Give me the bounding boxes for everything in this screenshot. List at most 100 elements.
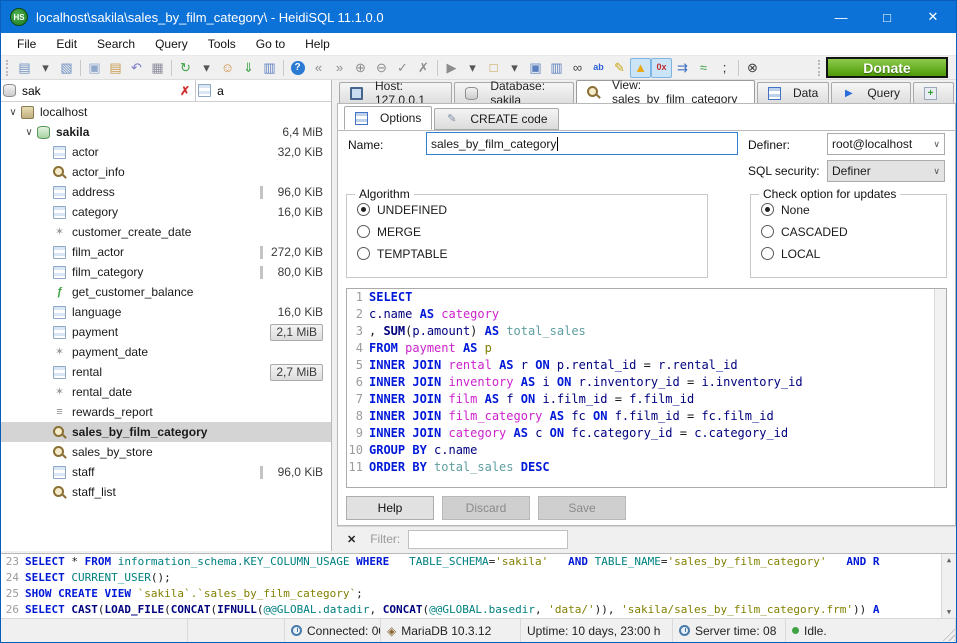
- log-scrollbar[interactable]: ▲▼: [941, 554, 956, 618]
- close-button[interactable]: ✕: [910, 1, 956, 33]
- code-line: 26SELECT CAST(LOAD_FILE(CONCAT(IFNULL(@@…: [1, 602, 956, 618]
- close-filter-icon[interactable]: ✕: [347, 533, 356, 546]
- user-manager-button[interactable]: ☺: [217, 58, 238, 78]
- menu-edit[interactable]: Edit: [46, 34, 87, 54]
- save-data-button[interactable]: ▥: [259, 58, 280, 78]
- replace-button[interactable]: ab: [588, 58, 609, 78]
- tab-view-sales-by-film-category[interactable]: View: sales_by_film_category: [576, 80, 755, 103]
- radio-undefined[interactable]: UNDEFINED: [357, 202, 707, 217]
- refresh-dropdown[interactable]: ▾: [196, 58, 217, 78]
- copy-button[interactable]: ▣: [84, 58, 105, 78]
- delete-row-button[interactable]: ⊖: [371, 58, 392, 78]
- maximize-button[interactable]: □: [864, 1, 910, 33]
- save-sql-button[interactable]: ▣: [525, 58, 546, 78]
- tab-data[interactable]: Data: [757, 82, 829, 103]
- tree-item-actor-info[interactable]: actor_info: [1, 162, 331, 182]
- semicolon-button[interactable]: ;: [714, 58, 735, 78]
- tree-item-staff[interactable]: staff96,0 KiB: [1, 462, 331, 482]
- tree-item-payment[interactable]: payment2,1 MiB: [1, 322, 331, 342]
- print-button[interactable]: ▦: [147, 58, 168, 78]
- tree-item-language[interactable]: language16,0 KiB: [1, 302, 331, 322]
- beautify-button[interactable]: ✎: [609, 58, 630, 78]
- run-query-dropdown[interactable]: ▾: [462, 58, 483, 78]
- tree-item-get-customer-balance[interactable]: ƒget_customer_balance: [1, 282, 331, 302]
- open-sql-file-button[interactable]: □: [483, 58, 504, 78]
- cancel-editing-button[interactable]: ✗: [413, 58, 434, 78]
- chevron-down-icon[interactable]: ∨: [21, 127, 37, 138]
- tree-item-address[interactable]: address96,0 KiB: [1, 182, 331, 202]
- tree-item-rental[interactable]: rental2,7 MiB: [1, 362, 331, 382]
- minimize-button[interactable]: —: [818, 1, 864, 33]
- help-button[interactable]: Help: [346, 496, 434, 520]
- scroll-down-icon[interactable]: ▼: [947, 608, 951, 616]
- scroll-up-icon[interactable]: ▲: [947, 556, 951, 564]
- session-manager-button[interactable]: ▤: [14, 58, 35, 78]
- definer-combo[interactable]: root@localhost∨: [827, 133, 945, 155]
- tab-options[interactable]: Options: [344, 106, 432, 130]
- reconnect-button[interactable]: ≈: [693, 58, 714, 78]
- chevron-down-icon[interactable]: ∨: [5, 107, 21, 118]
- save-sql-as-button[interactable]: ▥: [546, 58, 567, 78]
- new-tab-button[interactable]: +: [913, 82, 954, 103]
- menu-file[interactable]: File: [7, 34, 46, 54]
- radio-merge[interactable]: MERGE: [357, 224, 707, 239]
- radio-temptable[interactable]: TEMPTABLE: [357, 246, 707, 261]
- tree-item-payment-date[interactable]: ✶payment_date: [1, 342, 331, 362]
- refresh-button[interactable]: ↻: [175, 58, 196, 78]
- last-row-button[interactable]: »: [329, 58, 350, 78]
- tab-database-sakila[interactable]: Database: sakila: [454, 82, 574, 103]
- radio-cascaded[interactable]: CASCADED: [761, 224, 946, 239]
- insert-row-button[interactable]: ⊕: [350, 58, 371, 78]
- donate-button[interactable]: Donate: [826, 57, 948, 78]
- help-button[interactable]: ?: [287, 58, 308, 78]
- find-button[interactable]: ∞: [567, 58, 588, 78]
- clear-database-filter-button[interactable]: ✗: [177, 84, 193, 98]
- radio-none[interactable]: None: [761, 202, 946, 217]
- tree-item-category[interactable]: category16,0 KiB: [1, 202, 331, 222]
- tree-item-rewards-report[interactable]: ≡rewards_report: [1, 402, 331, 422]
- radio-local[interactable]: LOCAL: [761, 246, 946, 261]
- menu-tools[interactable]: Tools: [198, 34, 246, 54]
- session-manager-dropdown[interactable]: ▾: [35, 58, 56, 78]
- sql-security-combo[interactable]: Definer∨: [827, 160, 945, 182]
- editor-scrollbar[interactable]: [934, 289, 946, 487]
- insert-parameters-button[interactable]: ⇉: [672, 58, 693, 78]
- tree-item-sales-by-store[interactable]: sales_by_store: [1, 442, 331, 462]
- stop-button[interactable]: ⊗: [742, 58, 763, 78]
- menu-go-to[interactable]: Go to: [246, 34, 295, 54]
- filter-input[interactable]: [408, 530, 568, 549]
- table-filter-icon: [198, 84, 211, 97]
- tree-item-staff-list[interactable]: staff_list: [1, 482, 331, 502]
- tree-item-actor[interactable]: actor32,0 KiB: [1, 142, 331, 162]
- database-filter-input[interactable]: [22, 84, 177, 98]
- menu-help[interactable]: Help: [295, 34, 340, 54]
- export-database-button[interactable]: ⇓: [238, 58, 259, 78]
- menu-query[interactable]: Query: [145, 34, 198, 54]
- tree-item-film-actor[interactable]: film_actor272,0 KiB: [1, 242, 331, 262]
- table-icon: [53, 266, 66, 279]
- tab-create-code[interactable]: ✎CREATE code: [434, 108, 558, 130]
- heidisql-window: HS localhost\sakila\sales_by_film_catego…: [0, 0, 957, 643]
- binary-as-hex-toggle[interactable]: 0x: [651, 58, 672, 78]
- tab-query[interactable]: ▶Query: [831, 82, 911, 103]
- name-input[interactable]: sales_by_film_category: [426, 132, 738, 155]
- new-window-button[interactable]: ▧: [56, 58, 77, 78]
- first-row-button[interactable]: «: [308, 58, 329, 78]
- tab-host-127-0-0-1[interactable]: Host: 127.0.0.1: [339, 82, 452, 103]
- tree-item-rental-date[interactable]: ✶rental_date: [1, 382, 331, 402]
- post-changes-button[interactable]: ✓: [392, 58, 413, 78]
- tree-item-sales-by-film-category[interactable]: sales_by_film_category: [1, 422, 331, 442]
- tree-item-customer-create-date[interactable]: ✶customer_create_date: [1, 222, 331, 242]
- tree-item-sakila[interactable]: ∨sakila6,4 MiB: [1, 122, 331, 142]
- run-query-button[interactable]: ▶: [441, 58, 462, 78]
- undo-button[interactable]: ↶: [126, 58, 147, 78]
- view-body-editor[interactable]: 1SELECT2c.name AS category3, SUM(p.amoun…: [346, 288, 947, 488]
- status-segment-connected-00: Connected: 00: [285, 619, 381, 642]
- table-filter-input[interactable]: [217, 84, 332, 98]
- warn-unsafe-toggle[interactable]: ▲: [630, 58, 651, 78]
- menu-search[interactable]: Search: [87, 34, 145, 54]
- paste-button[interactable]: ▤: [105, 58, 126, 78]
- tree-item-localhost[interactable]: ∨localhost: [1, 102, 331, 122]
- open-file-dropdown[interactable]: ▾: [504, 58, 525, 78]
- tree-item-film-category[interactable]: film_category80,0 KiB: [1, 262, 331, 282]
